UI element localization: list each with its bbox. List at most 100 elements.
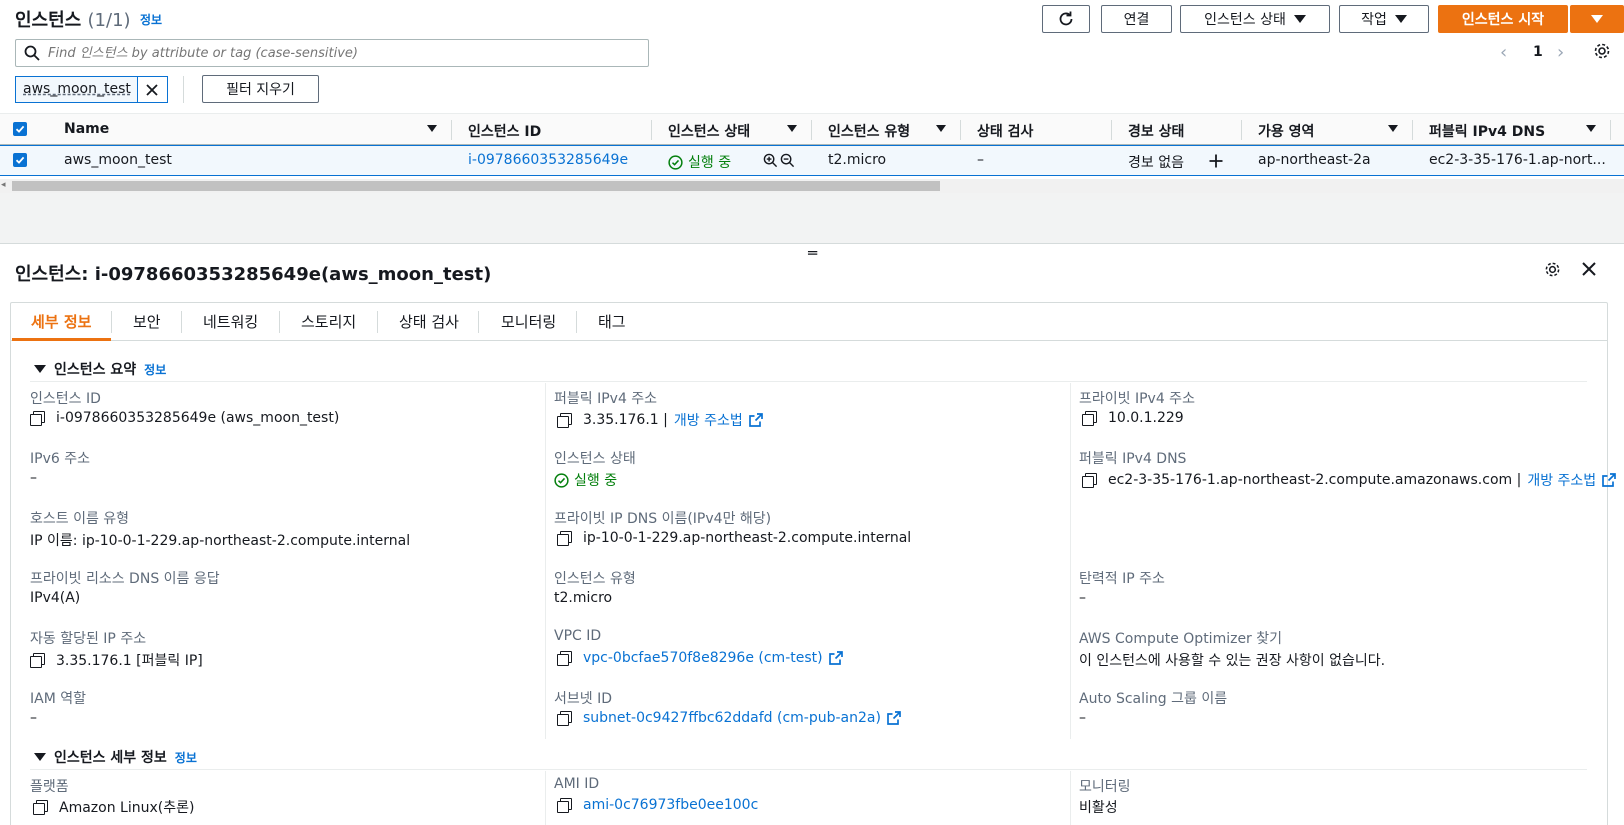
tab-monitoring[interactable]: 모니터링 [501, 311, 556, 332]
refresh-button[interactable] [1042, 5, 1090, 33]
launch-options-dropdown[interactable] [1570, 5, 1624, 33]
copy-icon[interactable] [30, 653, 45, 668]
label-elastic-ip: 탄력적 IP 주소 [1079, 571, 1165, 587]
next-page-icon[interactable]: › [1557, 42, 1564, 63]
section-instance-details[interactable]: 인스턴스 세부 정보 정보 [34, 747, 197, 767]
column-divider[interactable] [960, 120, 961, 140]
external-link-icon[interactable] [1602, 473, 1617, 487]
external-link-icon[interactable] [828, 651, 843, 665]
scroll-left-icon[interactable]: ◂ [1, 180, 6, 190]
cell-instance-id-link[interactable]: i-0978660353285649e [468, 152, 628, 168]
column-divider[interactable] [1412, 120, 1413, 140]
actions-dropdown[interactable]: 작업 [1339, 5, 1429, 33]
zoom-out-icon[interactable] [780, 153, 795, 168]
copy-icon[interactable] [557, 413, 572, 428]
instance-state-dropdown[interactable]: 인스턴스 상태 [1180, 5, 1330, 33]
launch-instance-button[interactable]: 인스턴스 시작 [1438, 5, 1568, 33]
column-availability-zone[interactable]: 가용 영역 [1258, 121, 1314, 141]
info-link[interactable]: 정보 [140, 11, 162, 28]
table-row[interactable]: aws_moon_test i-0978660353285649e 실행 중 t… [0, 145, 1624, 176]
section-instance-summary[interactable]: 인스턴스 요약 정보 [34, 359, 166, 379]
column-divider[interactable] [1241, 120, 1242, 140]
resize-handle-icon[interactable]: ═ [808, 244, 817, 262]
public-ipv4-text: 3.35.176.1 | [583, 412, 668, 428]
open-address-link[interactable]: 개방 주소법 [674, 410, 743, 430]
previous-page-icon[interactable]: ‹ [1500, 42, 1507, 63]
caret-down-icon [34, 365, 46, 373]
current-page[interactable]: 1 [1533, 44, 1543, 60]
tab-security[interactable]: 보안 [133, 311, 161, 332]
label-auto-ip: 자동 할당된 IP 주소 [30, 631, 147, 647]
select-all-checkbox[interactable] [13, 122, 27, 136]
open-address-link[interactable]: 개방 주소법 [1527, 470, 1596, 490]
copy-icon[interactable] [1082, 411, 1097, 426]
filter-token-label[interactable]: aws_moon_test [16, 77, 137, 102]
copy-icon[interactable] [557, 651, 572, 666]
sort-icon[interactable] [936, 125, 946, 132]
subnet-id-link[interactable]: subnet-0c9427ffbc62ddafd (cm-pub-an2a) [583, 710, 881, 726]
copy-icon[interactable] [557, 798, 572, 813]
column-alarm-status[interactable]: 경보 상태 [1128, 121, 1184, 141]
column-divider[interactable] [811, 120, 812, 140]
column-divider[interactable] [651, 120, 652, 140]
column-status-check[interactable]: 상태 검사 [977, 121, 1033, 141]
label-hostname-type: 호스트 이름 유형 [30, 511, 130, 527]
horizontal-scrollbar[interactable]: ◂ [0, 179, 1624, 193]
column-instance-state[interactable]: 인스턴스 상태 [668, 121, 750, 141]
scrollbar-thumb[interactable] [12, 181, 940, 191]
value-vpc-id: vpc-0bcfae570f8e8296e (cm-test) [557, 650, 843, 666]
tab-status-checks[interactable]: 상태 검사 [399, 311, 459, 332]
copy-icon[interactable] [557, 711, 572, 726]
value-instance-id: i-0978660353285649e (aws_moon_test) [30, 410, 339, 426]
close-icon[interactable] [1580, 260, 1598, 278]
tab-tags[interactable]: 태그 [598, 311, 626, 332]
plus-icon[interactable] [1209, 154, 1223, 168]
vpc-id-link[interactable]: vpc-0bcfae570f8e8296e (cm-test) [583, 650, 823, 666]
column-instance-id[interactable]: 인스턴스 ID [468, 121, 541, 141]
public-dns-text: ec2-3-35-176-1.ap-northeast-2.compute.am… [1108, 472, 1522, 488]
info-link[interactable]: 정보 [144, 363, 166, 377]
cell-alarm-status: 경보 없음 [1128, 155, 1184, 171]
copy-icon[interactable] [557, 531, 572, 546]
column-public-dns[interactable]: 퍼블릭 IPv4 DNS [1429, 121, 1545, 141]
external-link-icon[interactable] [887, 711, 901, 725]
value-compute-optimizer: 이 인스턴스에 사용할 수 있는 권장 사항이 없습니다. [1079, 653, 1386, 669]
tab-details[interactable]: 세부 정보 [31, 311, 91, 332]
ami-id-link[interactable]: ami-0c76973fbe0ee100c [583, 797, 758, 813]
column-divider [545, 771, 546, 825]
copy-icon[interactable] [1082, 473, 1097, 488]
gear-icon[interactable] [1593, 42, 1611, 60]
sort-icon[interactable] [1586, 125, 1596, 132]
column-instance-type[interactable]: 인스턴스 유형 [828, 121, 910, 141]
zoom-in-icon[interactable] [763, 153, 778, 168]
connect-button[interactable]: 연결 [1101, 5, 1172, 33]
column-name[interactable]: Name [64, 121, 109, 137]
search-bar [15, 39, 649, 67]
cell-instance-state: 실행 중 [668, 152, 731, 172]
column-divider[interactable] [1111, 120, 1112, 140]
tab-networking[interactable]: 네트워킹 [203, 311, 258, 332]
copy-icon[interactable] [30, 411, 45, 426]
external-link-icon[interactable] [748, 413, 763, 427]
copy-icon[interactable] [33, 800, 48, 815]
label-private-dns-response: 프라이빗 리소스 DNS 이름 응답 [30, 571, 220, 587]
column-divider[interactable] [1610, 120, 1611, 140]
clear-filters-button[interactable]: 필터 지우기 [202, 75, 319, 103]
sort-icon[interactable] [427, 125, 437, 132]
page-title: 인스턴스 (1/1) [15, 6, 131, 32]
gear-icon[interactable] [1544, 261, 1561, 278]
sort-icon[interactable] [1388, 125, 1398, 132]
tab-storage[interactable]: 스토리지 [301, 311, 356, 332]
remove-filter-button[interactable] [136, 77, 167, 102]
sort-icon[interactable] [787, 125, 797, 132]
column-divider[interactable] [451, 120, 452, 140]
value-elastic-ip: – [1079, 590, 1086, 606]
value-iam-role: – [30, 710, 37, 726]
value-ami-id: ami-0c76973fbe0ee100c [557, 797, 758, 813]
tab-bar: 세부 정보 보안 네트워킹 스토리지 상태 검사 모니터링 태그 [11, 303, 1607, 341]
label-subnet-id: 서브넷 ID [554, 691, 612, 707]
row-checkbox[interactable] [13, 153, 27, 167]
search-input[interactable] [48, 43, 638, 63]
value-auto-ip: 3.35.176.1 [퍼블릭 IP] [30, 650, 203, 670]
info-link[interactable]: 정보 [175, 751, 197, 765]
